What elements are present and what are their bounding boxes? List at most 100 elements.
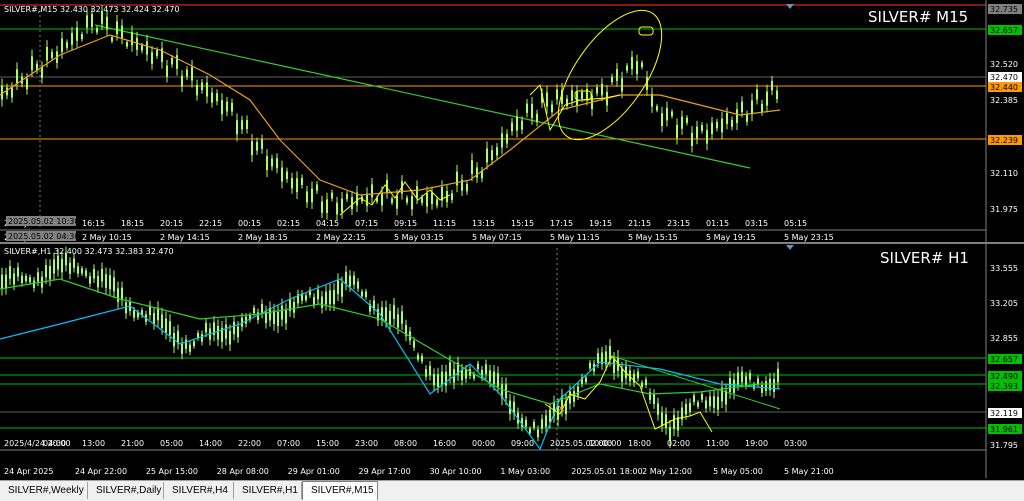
candle-body [491, 150, 493, 161]
date-tick: 2 May 10:15 [82, 233, 132, 242]
candle-body [389, 310, 391, 325]
candle-body [741, 101, 743, 113]
price-axis[interactable]: 33.555 33.205 32.855 32.657 32.490 32.39… [988, 264, 1022, 450]
time-tick: 22:15 [199, 219, 222, 228]
candle-body [193, 341, 195, 347]
candle-body [611, 76, 613, 83]
tab-daily[interactable]: SILVER#,Daily [88, 482, 164, 499]
price-tick: 32.657 [990, 355, 1018, 364]
date-tick: 28 Apr 08:00 [217, 467, 269, 476]
date-tick: 2 May 12:00 [642, 467, 692, 476]
candle-body [169, 321, 171, 336]
candle-body [777, 368, 779, 383]
scroll-marker-icon[interactable] [786, 245, 794, 250]
candle-body [501, 133, 503, 148]
date-tick: 24 Apr 2025 [4, 467, 53, 476]
yellow-ellipse[interactable] [538, 0, 681, 157]
candle-body [597, 353, 599, 363]
candle-body [776, 90, 778, 100]
price-tick: 32.110 [990, 169, 1018, 178]
candle-body [216, 93, 218, 102]
candle-body [576, 92, 578, 106]
time-axis[interactable]: 2025/4/24 20:0004:00 13:00 21:00 05:00 14:00… [4, 439, 834, 476]
chart-h1[interactable]: ✕ SILVER#,H1 32.400 32.473 32.383 32.470… [0, 244, 1024, 478]
candle-body [737, 372, 739, 385]
candle-body [425, 369, 427, 377]
candle-body [101, 268, 103, 282]
candle-body [293, 301, 295, 313]
candle-body [345, 271, 347, 285]
candle-body [201, 82, 203, 91]
candle-body [77, 266, 79, 274]
candle-body [341, 283, 343, 297]
candle-body [621, 368, 623, 382]
candle-body [711, 122, 713, 135]
candle-body [191, 66, 193, 81]
candle-body [613, 359, 615, 374]
price-axis[interactable]: 32.735 32.657 32.520 32.470 32.440 32.38… [988, 4, 1022, 214]
candle-body [9, 266, 11, 279]
candle-body [489, 370, 491, 382]
candle-body [636, 61, 638, 75]
candle-body [596, 87, 598, 94]
tab-h4[interactable]: SILVER#,H4 [164, 482, 234, 499]
time-tick: 10:00 [589, 439, 612, 448]
chart-m15-canvas[interactable]: SILVER#,M15 32.430 32.473 32.424 32.470 … [0, 0, 1024, 242]
candle-body [181, 342, 183, 354]
time-tick: 23:15 [667, 219, 690, 228]
candle-body [157, 307, 159, 321]
price-tick: 32.490 [990, 372, 1018, 381]
candle-body [41, 66, 43, 79]
candle-body [486, 148, 488, 163]
time-tick: 17:15 [550, 219, 573, 228]
candle-body [321, 201, 323, 213]
candle-body [165, 318, 167, 333]
candle-body [751, 100, 753, 115]
candle-body [706, 130, 708, 144]
candle-body [21, 275, 23, 284]
candle-body [665, 414, 667, 428]
candle-body [106, 16, 108, 30]
candle-body [46, 46, 48, 61]
yellow-zigzag[interactable] [544, 355, 713, 433]
yellow-mark-top[interactable] [638, 26, 654, 36]
tab-m15[interactable]: SILVER#,M15 [302, 481, 378, 500]
candle-body [246, 119, 248, 129]
candle-body [526, 103, 528, 113]
candle-body [745, 376, 747, 386]
candle-body [81, 268, 83, 274]
tab-weekly[interactable]: SILVER#,Weekly [0, 482, 88, 499]
candle-body [105, 274, 107, 288]
time-tick: 15:00 [316, 439, 339, 448]
candle-body [731, 119, 733, 127]
candle-body [221, 100, 223, 115]
candle-body [49, 266, 51, 280]
scroll-marker-icon[interactable] [786, 4, 794, 9]
candle-body [111, 37, 113, 42]
candle-body [317, 289, 319, 300]
price-tick: 33.205 [990, 299, 1018, 308]
candle-body [66, 42, 68, 48]
candle-body [251, 141, 253, 156]
candle-body [545, 415, 547, 427]
candle-body [346, 193, 348, 200]
trendline[interactable] [611, 355, 781, 410]
time-tick: 19:00 [745, 439, 768, 448]
candle-body [26, 78, 28, 90]
candle-body [253, 307, 255, 314]
date-tick: 5 May 23:15 [784, 233, 834, 242]
chart-h1-canvas[interactable]: ✕ SILVER#,H1 32.400 32.473 32.383 32.470… [0, 244, 1024, 478]
cross-marker-icon: ✕ [557, 404, 565, 415]
chart-m15[interactable]: SILVER#,M15 32.430 32.473 32.424 32.470 … [0, 0, 1024, 242]
candle-body [397, 314, 399, 328]
candle-body [697, 402, 699, 407]
tab-h1[interactable]: SILVER#,H1 [234, 482, 302, 499]
candle-body [609, 345, 611, 360]
candle-body [131, 32, 133, 46]
time-tick: 01:15 [706, 219, 729, 228]
candle-body [705, 400, 707, 409]
candle-body [685, 404, 687, 415]
time-tick: 03:00 [784, 439, 807, 448]
candle-body [121, 25, 123, 39]
candle-body [401, 311, 403, 324]
